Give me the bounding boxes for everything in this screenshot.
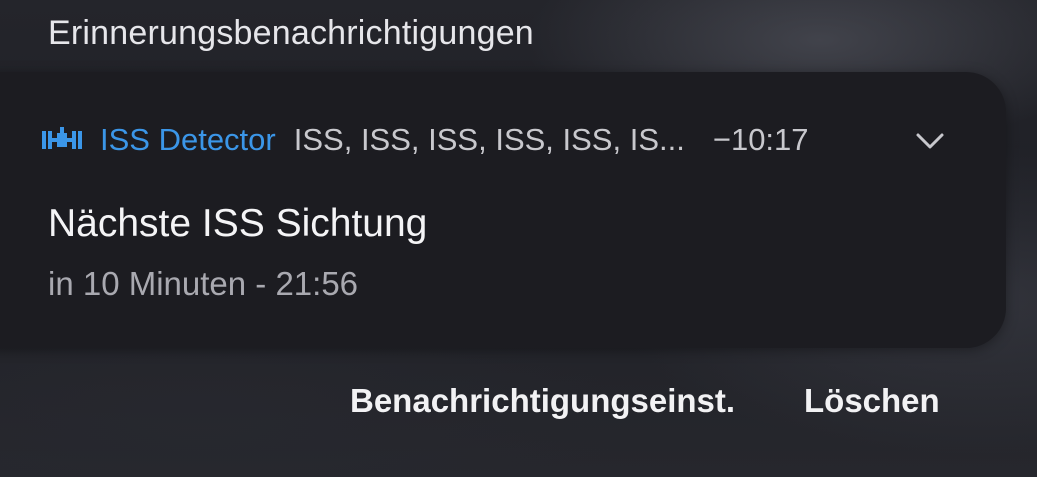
chevron-down-icon[interactable]: [912, 126, 948, 156]
satellite-icon: [42, 127, 82, 153]
section-title: Erinnerungsbenachrichtigungen: [48, 14, 534, 52]
notification-header: ISS Detector ISS, ISS, ISS, ISS, ISS, IS…: [42, 116, 809, 164]
delete-button[interactable]: Löschen: [804, 382, 940, 420]
notification-settings-button[interactable]: Benachrichtigungseinst.: [350, 382, 735, 420]
notification-time: −10:17: [712, 122, 809, 157]
notification-title: Nächste ISS Sichtung: [48, 202, 428, 245]
notification-text: in 10 Minuten - 21:56: [48, 265, 359, 302]
notification-summary: ISS, ISS, ISS, ISS, ISS, IS...: [293, 122, 685, 157]
app-name: ISS Detector: [100, 122, 276, 157]
